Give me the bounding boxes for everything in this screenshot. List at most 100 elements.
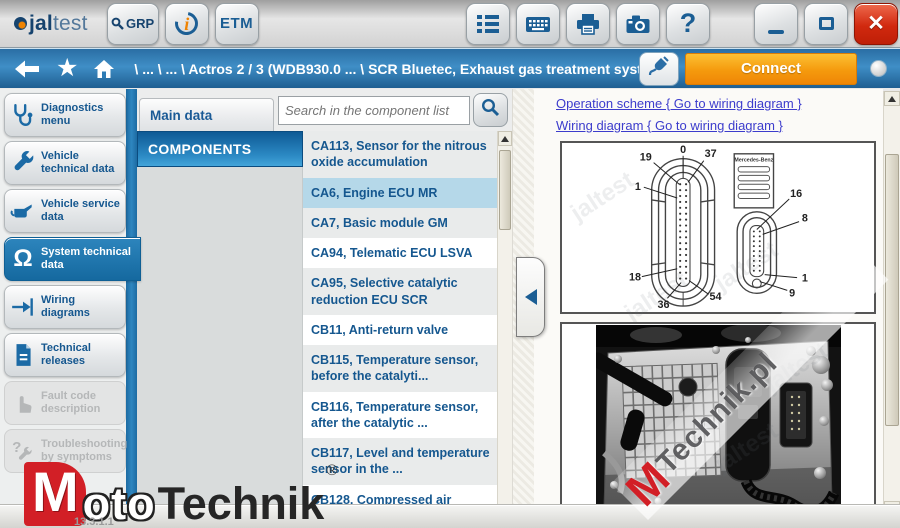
component-item[interactable]: CB11, Anti-return valve bbox=[303, 315, 497, 345]
top-toolbar: jal test GRP i ETM bbox=[0, 0, 900, 48]
info-icon: i bbox=[171, 7, 203, 39]
screenshot-button[interactable] bbox=[616, 3, 660, 45]
document-icon bbox=[9, 342, 37, 368]
svg-text:37: 37 bbox=[705, 148, 717, 160]
sidebar-item-label: System technical data bbox=[41, 246, 138, 271]
scroll-up-button[interactable] bbox=[498, 131, 512, 146]
triangle-up-icon bbox=[501, 136, 509, 142]
stethoscope-icon bbox=[9, 102, 37, 128]
magnifier-icon bbox=[111, 17, 124, 30]
sidebar-item-technical-releases[interactable]: Technical releases bbox=[4, 333, 126, 377]
scrollbar-track[interactable] bbox=[884, 106, 900, 501]
maximize-button[interactable] bbox=[804, 3, 848, 45]
component-list-scrollbar[interactable] bbox=[497, 131, 512, 528]
engine-ecu-photo bbox=[596, 325, 841, 515]
svg-text:1: 1 bbox=[802, 273, 808, 285]
svg-text:Mercedes-Benz: Mercedes-Benz bbox=[734, 158, 773, 164]
back-button[interactable] bbox=[14, 59, 40, 79]
svg-text:54: 54 bbox=[710, 291, 722, 303]
connect-button-label: Connect bbox=[741, 60, 801, 77]
breadcrumb-path: \ ... \ ... \ Actros 2 / 3 (WDB930.0 ...… bbox=[134, 61, 639, 77]
app-version: 13.3.1.1 bbox=[74, 516, 114, 528]
grp-button-label: GRP bbox=[126, 16, 154, 31]
help-button[interactable]: ? bbox=[666, 3, 710, 45]
scrollbar-thumb[interactable] bbox=[499, 150, 511, 230]
component-item[interactable]: CB116, Temperature sensor, after the cat… bbox=[303, 392, 497, 439]
components-section-label: COMPONENTS bbox=[148, 141, 251, 157]
sidebar-item-label: Diagnostics menu bbox=[41, 102, 123, 127]
svg-text:8: 8 bbox=[802, 213, 808, 225]
favorites-star-icon[interactable]: ★ bbox=[56, 56, 78, 81]
connect-button[interactable]: Connect bbox=[685, 53, 857, 85]
detail-scrollbar[interactable] bbox=[883, 91, 900, 516]
grp-button[interactable]: GRP bbox=[107, 3, 159, 45]
jaltest-logo: jal test bbox=[14, 12, 88, 36]
component-photo-frame: jaltest jaltest bbox=[560, 322, 876, 518]
diagnostic-connector-button[interactable] bbox=[639, 52, 679, 86]
sidebar-item-label: Vehicle service data bbox=[41, 198, 123, 223]
home-button[interactable] bbox=[92, 58, 116, 80]
pinout-diagram-drawing: 19 0 37 1 18 36 54 Mercedes-Benz bbox=[562, 143, 874, 312]
minimize-button[interactable] bbox=[754, 3, 798, 45]
help-icon: ? bbox=[680, 8, 697, 39]
keyboard-icon bbox=[525, 12, 551, 36]
wiring-diagram-link[interactable]: Wiring diagram { Go to wiring diagram } bbox=[556, 118, 783, 133]
plug-icon bbox=[648, 55, 670, 82]
sidebar-item-wiring-diagrams[interactable]: Wiring diagrams bbox=[4, 285, 126, 329]
component-item[interactable]: CB115, Temperature sensor, before the ca… bbox=[303, 345, 497, 392]
info-button[interactable]: i bbox=[165, 3, 209, 45]
close-icon: ✕ bbox=[867, 13, 885, 34]
wrench-icon bbox=[9, 150, 37, 176]
main-panel-header: Main data bbox=[137, 89, 512, 131]
triangle-up-icon bbox=[888, 96, 896, 102]
svg-text:?: ? bbox=[12, 439, 21, 456]
scrollbar-track[interactable] bbox=[498, 146, 512, 513]
component-item[interactable]: CA113, Sensor for the nitrous oxide accu… bbox=[303, 131, 497, 178]
jaltest-app-window: jal test GRP i ETM bbox=[0, 0, 900, 528]
print-button[interactable] bbox=[566, 3, 610, 45]
svg-text:16: 16 bbox=[790, 188, 802, 200]
sidebar-item-system-technical-data[interactable]: Ω System technical data bbox=[4, 237, 141, 281]
svg-text:9: 9 bbox=[789, 287, 795, 299]
components-section-header[interactable]: COMPONENTS bbox=[137, 131, 303, 167]
panel-splitter[interactable] bbox=[512, 89, 534, 528]
scroll-up-button[interactable] bbox=[884, 91, 900, 106]
sidebar-item-vehicle-technical-data[interactable]: Vehicle technical data bbox=[4, 141, 126, 185]
component-item-selected[interactable]: CA6, Engine ECU MR bbox=[303, 178, 497, 208]
camera-icon bbox=[625, 12, 651, 36]
search-button[interactable] bbox=[473, 93, 508, 127]
sidebar-item-label: Wiring diagrams bbox=[41, 294, 123, 319]
scrollbar-thumb[interactable] bbox=[885, 154, 899, 426]
close-button[interactable]: ✕ bbox=[854, 3, 898, 45]
connector-pinout-diagram: jaltest jaltest jaltest bbox=[560, 141, 876, 314]
svg-text:18: 18 bbox=[629, 272, 641, 284]
search-icon bbox=[481, 98, 500, 122]
printer-icon bbox=[575, 12, 601, 36]
sidebar-item-vehicle-service-data[interactable]: Vehicle service data bbox=[4, 189, 126, 233]
logo-text-jal: jal bbox=[29, 12, 53, 36]
keyboard-button[interactable] bbox=[516, 3, 560, 45]
minimize-icon bbox=[768, 30, 784, 34]
component-search bbox=[274, 93, 510, 131]
logo-text-test: test bbox=[53, 12, 88, 36]
sidebar-item-diagnostics-menu[interactable]: Diagnostics menu bbox=[4, 93, 126, 137]
connection-status-led bbox=[870, 60, 887, 77]
wiring-arrow-icon bbox=[9, 294, 37, 320]
component-item[interactable]: CA94, Telematic ECU LSVA bbox=[303, 238, 497, 268]
operation-scheme-link[interactable]: Operation scheme { Go to wiring diagram … bbox=[556, 96, 802, 111]
etm-button[interactable]: ETM bbox=[215, 3, 259, 45]
oil-can-icon bbox=[9, 198, 37, 224]
component-item[interactable]: CA95, Selective catalytic reduction ECU … bbox=[303, 268, 497, 315]
report-list-button[interactable] bbox=[466, 3, 510, 45]
hand-pointer-icon bbox=[9, 390, 37, 416]
mototechnik-logo: MotoTechnik® bbox=[24, 462, 337, 526]
svg-text:19: 19 bbox=[640, 152, 652, 164]
etm-button-label: ETM bbox=[220, 15, 253, 32]
component-search-input[interactable] bbox=[278, 96, 470, 125]
breadcrumb-bar: ★ \ ... \ ... \ Actros 2 / 3 (WDB930.0 .… bbox=[0, 48, 900, 88]
collapse-panel-button[interactable] bbox=[516, 257, 545, 337]
component-item[interactable]: CA7, Basic module GM bbox=[303, 208, 497, 238]
tab-main-data[interactable]: Main data bbox=[139, 98, 274, 131]
tab-main-data-label: Main data bbox=[150, 108, 212, 123]
detail-panel: Operation scheme { Go to wiring diagram … bbox=[534, 89, 883, 528]
